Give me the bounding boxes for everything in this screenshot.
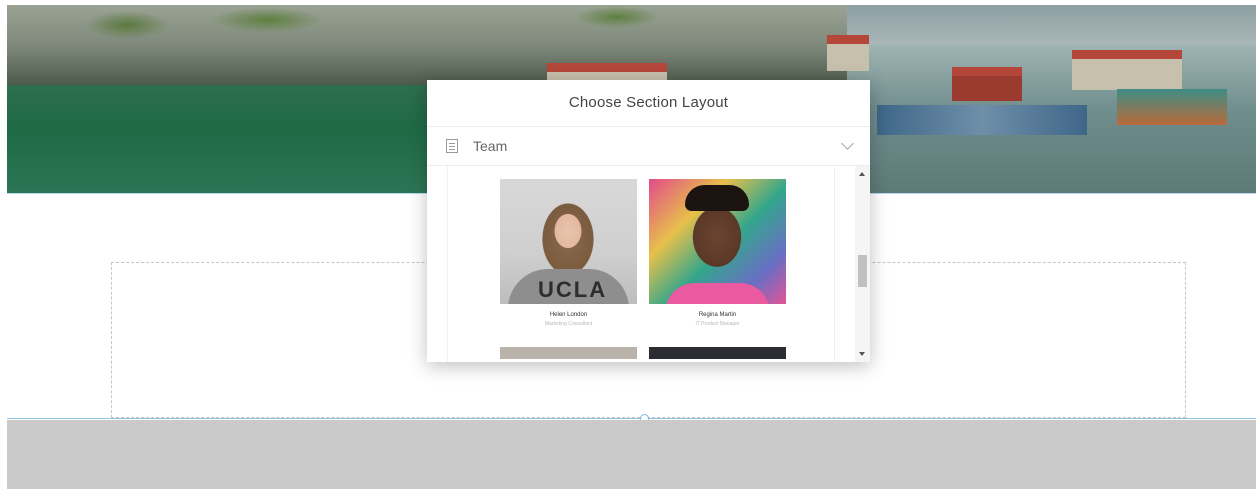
member-photo bbox=[649, 179, 786, 304]
choose-section-layout-modal: Choose Section Layout Team UCLA Helen Lo… bbox=[427, 80, 870, 362]
layout-category-value: Team bbox=[473, 138, 508, 154]
section-divider bbox=[7, 418, 1256, 419]
member-name: Helen London bbox=[549, 312, 588, 318]
scrollbar-thumb[interactable] bbox=[858, 255, 867, 287]
member-photo: UCLA bbox=[500, 179, 637, 304]
layout-icon bbox=[446, 139, 458, 153]
member-photo bbox=[649, 347, 786, 359]
chevron-down-icon[interactable] bbox=[841, 137, 854, 150]
member-photo bbox=[500, 347, 637, 359]
member-name: Regina Martin bbox=[698, 312, 737, 318]
hero-cliff bbox=[7, 5, 847, 85]
hero-house bbox=[827, 35, 869, 71]
layout-list[interactable]: UCLA Helen London Marketing Consultant R… bbox=[447, 166, 835, 362]
member-role: Marketing Consultant bbox=[544, 321, 593, 327]
member-role: IT Product Manager bbox=[695, 321, 740, 327]
team-member-card[interactable]: UCLA Helen London Marketing Consultant bbox=[500, 179, 637, 327]
hero-water bbox=[7, 85, 437, 193]
scroll-up-arrow-icon[interactable] bbox=[859, 172, 865, 176]
layout-list-scrollbar[interactable] bbox=[855, 166, 870, 362]
hero-house bbox=[952, 67, 1022, 101]
hero-sky bbox=[847, 5, 1256, 45]
hero-boat bbox=[1117, 89, 1227, 125]
team-member-card[interactable]: Regina Martin IT Product Manager bbox=[649, 179, 786, 327]
modal-title: Choose Section Layout bbox=[568, 94, 729, 111]
scroll-down-arrow-icon[interactable] bbox=[859, 352, 865, 356]
footer-section bbox=[7, 420, 1256, 489]
hero-dock bbox=[877, 105, 1087, 135]
layout-category-select[interactable]: Team bbox=[427, 126, 870, 166]
hero-house bbox=[1072, 50, 1182, 90]
